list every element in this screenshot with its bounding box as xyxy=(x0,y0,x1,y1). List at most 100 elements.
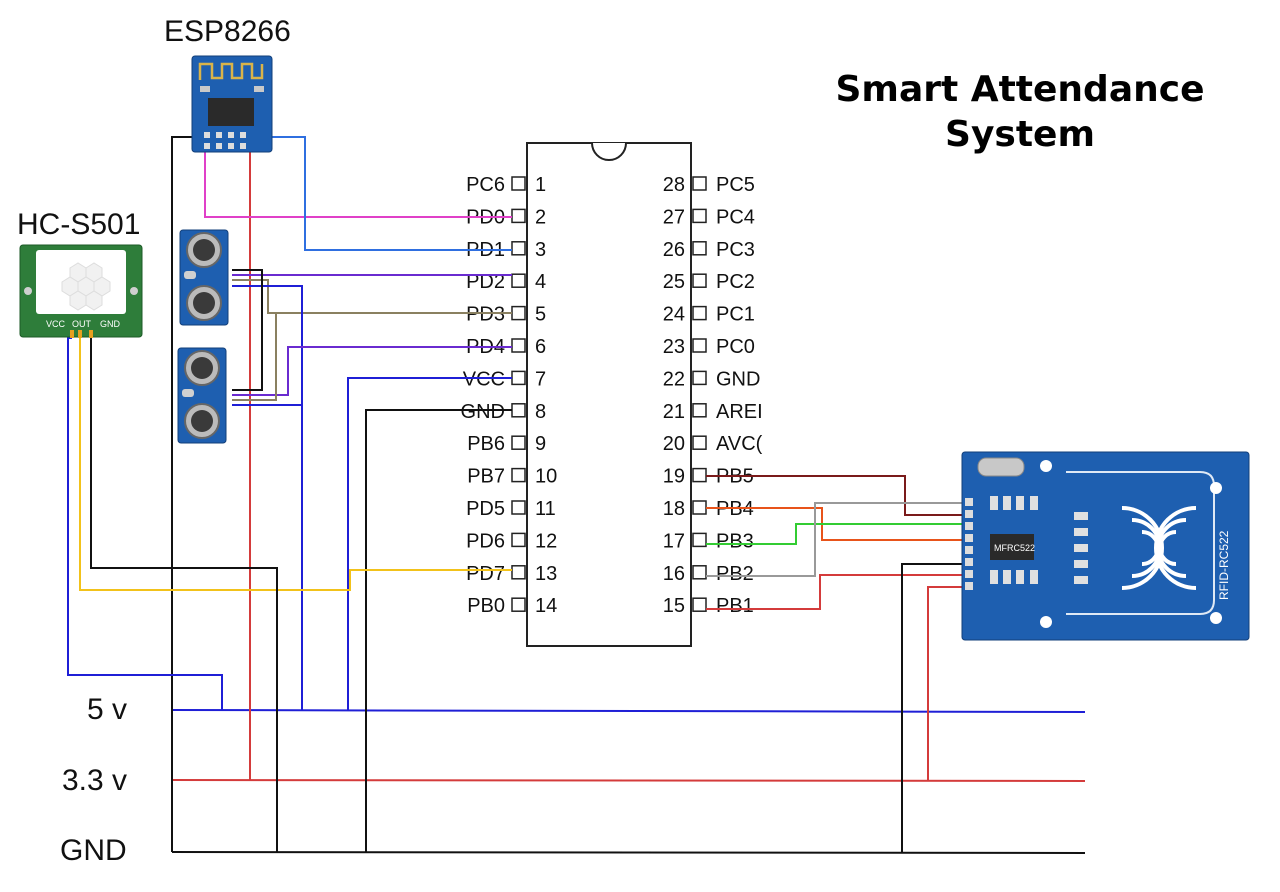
ic-pin-number-left: 7 xyxy=(535,368,546,390)
ic-pin-number-left: 1 xyxy=(535,174,546,196)
ic-pin-box-left xyxy=(511,305,526,321)
ic-pin-name-left: PD5 xyxy=(466,498,505,520)
ic-pin-name-right: PC1 xyxy=(716,304,755,326)
ic-pin-name-right: PB2 xyxy=(716,563,754,585)
ic-pin-box-right xyxy=(692,597,707,612)
ultrasonic-sensor-1 xyxy=(179,229,229,326)
ic-pin-box-left xyxy=(511,597,526,612)
ic-pin-number-right: 21 xyxy=(663,401,685,423)
rail-gnd xyxy=(171,851,1086,854)
ic-pin-box-left xyxy=(511,532,526,548)
ic-pin-name-right: PC4 xyxy=(716,206,755,228)
ic-pin-name-right: PB1 xyxy=(716,595,754,617)
ic-pin-box-left xyxy=(511,403,526,418)
rfid-chip-label: MFRC522 xyxy=(994,543,1035,553)
esp8266-module xyxy=(191,55,273,153)
ic-pin-number-right: 24 xyxy=(663,304,685,326)
ic-pin-box-right xyxy=(692,338,707,353)
wire-rfid-gnd xyxy=(901,563,968,852)
ic-pin-number-left: 8 xyxy=(535,401,546,423)
ic-pin-name-left: PD3 xyxy=(466,304,505,326)
rail-5v-label: 5 v xyxy=(87,693,128,726)
ic-pin-number-right: 23 xyxy=(663,336,685,358)
ic-pin-box-left xyxy=(511,241,526,256)
ic-pin-number-left: 11 xyxy=(535,498,556,520)
ic-pin-number-right: 22 xyxy=(663,368,685,390)
ic-pin-number-left: 2 xyxy=(535,206,546,228)
ic-pin-box-right xyxy=(692,241,707,256)
ic-pin-box-right xyxy=(692,435,707,450)
esp8266-label: ESP8266 xyxy=(164,15,291,48)
ic-pin-box-right xyxy=(692,565,707,580)
ic-pin-name-left: PD6 xyxy=(466,530,505,552)
ic-pin-box-right xyxy=(692,403,707,418)
ic-pin-box-right xyxy=(692,305,707,321)
ic-pin-number-right: 20 xyxy=(663,433,685,455)
ic-pin-name-right: PC0 xyxy=(716,336,755,358)
schematic-canvas: PC6 1 PD0 2 PD1 3 PD2 4 PD3 5 PD4 6 VCC 7 GND 8 PB6 9 PB7 1… xyxy=(0,0,1280,892)
ic-pin-number-left: 13 xyxy=(535,563,557,585)
ic-pin-number-right: 25 xyxy=(663,271,685,293)
ic-pin-number-left: 12 xyxy=(535,530,557,552)
rail-3v3 xyxy=(171,779,1086,782)
ic-pin-box-right xyxy=(692,208,707,224)
ic-pin-name-left: PB0 xyxy=(467,595,505,617)
ic-pin-box-left xyxy=(511,467,526,483)
ic-pin-name-right: AVC( xyxy=(716,433,763,455)
ic-pin-name-right: PC3 xyxy=(716,239,755,261)
wire-us1-gnd xyxy=(232,269,263,391)
rail-5v xyxy=(171,709,1086,713)
ic-pin-box-left xyxy=(511,273,526,288)
ic-pin-name-right: PC2 xyxy=(716,271,755,293)
esp-chip xyxy=(208,98,254,126)
ic-pin-number-left: 3 xyxy=(535,239,546,261)
ic-pin-number-right: 26 xyxy=(663,239,685,261)
ic-pin-name-right: PC5 xyxy=(716,174,755,196)
ic-pin-number-right: 17 xyxy=(663,530,685,552)
ic-pin-box-left xyxy=(511,176,526,191)
rfid-module: MFRC522 RFID-RC522 xyxy=(961,451,1250,641)
ic-pin-number-right: 28 xyxy=(663,174,685,196)
rfid-board-label: RFID-RC522 xyxy=(1217,530,1231,600)
ic-pin-box-right xyxy=(692,176,707,191)
ic-pin-name-left: VCC xyxy=(463,368,505,390)
ic-pin-number-left: 4 xyxy=(535,271,546,293)
wire-us2-pd3 xyxy=(232,313,277,401)
ic-pin-box-left xyxy=(511,370,526,386)
ic-pin-number-left: 6 xyxy=(535,336,546,358)
ic-pin-box-left xyxy=(511,435,526,450)
ic-pin-box-right xyxy=(692,500,707,515)
ic-pin-name-right: AREI xyxy=(716,401,763,423)
ultrasonic-sensor-2 xyxy=(177,347,227,444)
ic-pin-box-right xyxy=(692,467,707,483)
ic-pin-name-left: GND xyxy=(461,401,505,423)
ic-pin-box-left xyxy=(511,565,526,580)
rail-gnd-label: GND xyxy=(60,834,127,867)
pir-sensor-label: HC-S501 xyxy=(17,208,141,241)
ic-pin-name-left: PD7 xyxy=(466,563,505,585)
ic-pin-name-left: PC6 xyxy=(466,174,505,196)
pir-sensor-module: VCC OUT GND xyxy=(19,244,143,338)
ic-pin-box-right xyxy=(692,273,707,288)
ic-pin-number-right: 16 xyxy=(663,563,685,585)
ic-pin-box-right xyxy=(692,532,707,548)
ic-pin-number-left: 10 xyxy=(535,466,557,488)
ic-pin-name-left: PB6 xyxy=(467,433,505,455)
crystal-oscillator xyxy=(977,457,1025,477)
ic-pin-number-left: 5 xyxy=(535,304,546,326)
wire-us1-vcc xyxy=(232,285,303,710)
diagram-title-line2: System xyxy=(945,114,1095,155)
pir-pin-gnd-label: GND xyxy=(100,319,121,329)
ic-pin-box-left xyxy=(511,500,526,515)
ic-pin-name-right: GND xyxy=(716,368,760,390)
ic-pin-box-left xyxy=(511,338,526,353)
ic-pin-number-left: 9 xyxy=(535,433,546,455)
ic-pin-number-right: 27 xyxy=(663,206,685,228)
pir-pin-vcc-label: VCC xyxy=(46,319,66,329)
ic-pin-box-left xyxy=(511,208,526,224)
diagram-title-line1: Smart Attendance xyxy=(835,69,1205,110)
ic-pin-name-left: PB7 xyxy=(467,466,505,488)
ic-pin-number-right: 15 xyxy=(663,595,685,617)
ic-pin-number-right: 19 xyxy=(663,466,685,488)
wire-pir-out xyxy=(79,338,512,591)
